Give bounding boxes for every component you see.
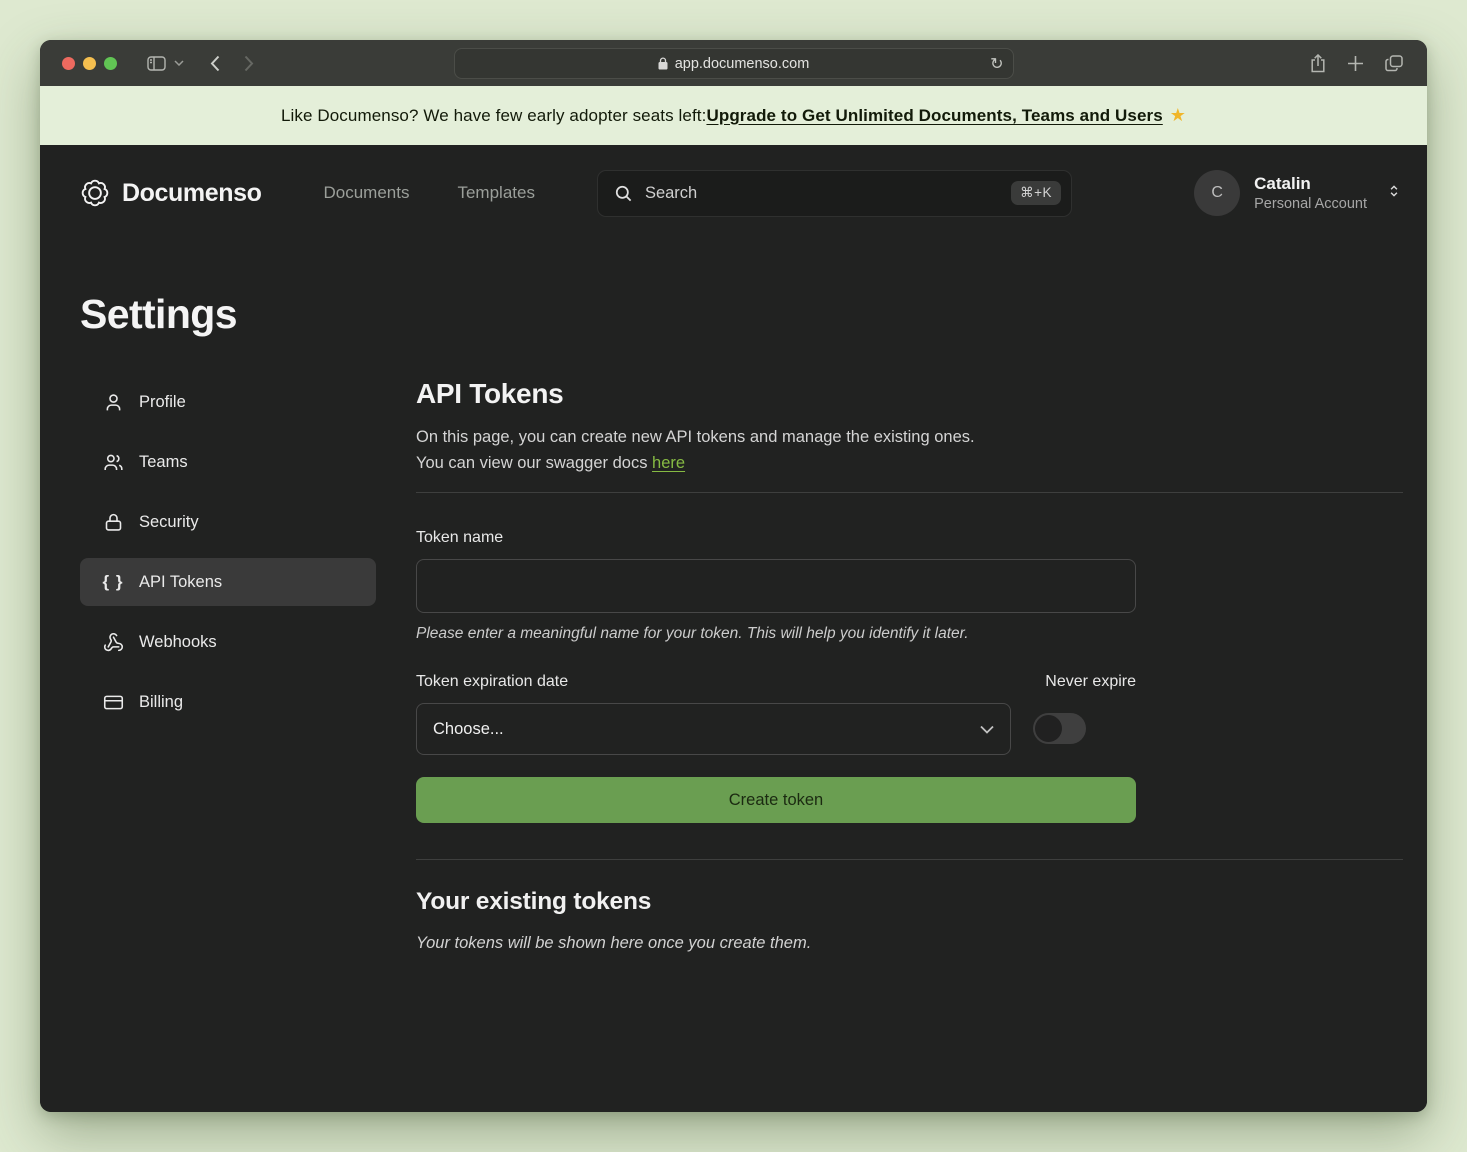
search-bar[interactable]: ⌘+K (597, 170, 1072, 217)
expiration-label: Token expiration date (416, 673, 568, 691)
close-window-button[interactable] (62, 57, 75, 70)
main-nav: Documents Templates (323, 183, 534, 203)
expiration-select[interactable]: Choose... (416, 703, 1011, 755)
sidebar-item-label: Webhooks (139, 633, 217, 652)
nav-templates[interactable]: Templates (457, 183, 534, 203)
page-title: Settings (40, 241, 1427, 338)
browser-window: app.documenso.com ↻ Like (40, 40, 1427, 1112)
chevron-down-icon (980, 720, 994, 739)
divider (416, 492, 1403, 493)
swagger-docs-link[interactable]: here (652, 454, 685, 472)
token-name-label: Token name (416, 529, 1403, 547)
search-input[interactable] (645, 184, 999, 203)
never-expire-toggle[interactable] (1033, 713, 1086, 744)
token-name-hint: Please enter a meaningful name for your … (416, 625, 1403, 643)
new-tab-icon[interactable] (1347, 55, 1364, 72)
sidebar-item-teams[interactable]: Teams (80, 438, 376, 486)
sidebar-item-security[interactable]: Security (80, 498, 376, 546)
address-url: app.documenso.com (675, 56, 810, 72)
lock-icon (658, 57, 668, 70)
share-icon[interactable] (1310, 54, 1326, 73)
section-description-line2: You can view our swagger docs (416, 454, 652, 472)
settings-sidebar: Profile Teams Security { } API Token (80, 378, 376, 953)
existing-tokens-empty-text: Your tokens will be shown here once you … (416, 934, 1403, 953)
never-expire-label: Never expire (1045, 673, 1136, 691)
sidebar-toggle-icon[interactable] (147, 56, 166, 71)
users-icon (102, 452, 124, 473)
zoom-window-button[interactable] (104, 57, 117, 70)
traffic-lights (62, 57, 117, 70)
expiration-selected-value: Choose... (433, 720, 504, 739)
section-heading: API Tokens (416, 378, 1403, 410)
upgrade-link[interactable]: Upgrade to Get Unlimited Documents, Team… (706, 106, 1162, 126)
star-icon: ★ (1170, 105, 1186, 126)
chevrons-up-down-icon (1387, 182, 1401, 205)
sidebar-item-label: API Tokens (139, 573, 222, 592)
divider (416, 859, 1403, 860)
token-name-input[interactable] (416, 559, 1136, 613)
braces-icon: { } (102, 572, 124, 592)
api-tokens-panel: API Tokens On this page, you can create … (416, 378, 1403, 953)
avatar: C (1194, 170, 1240, 216)
back-button-icon[interactable] (210, 55, 220, 72)
app-content: Documenso Documents Templates ⌘+K C Cata… (40, 145, 1427, 1112)
credit-card-icon (102, 692, 124, 713)
minimize-window-button[interactable] (83, 57, 96, 70)
lock-icon (102, 512, 124, 533)
sidebar-item-label: Teams (139, 453, 188, 472)
account-menu[interactable]: C Catalin Personal Account (1194, 170, 1401, 216)
sidebar-item-billing[interactable]: Billing (80, 678, 376, 726)
app-header: Documenso Documents Templates ⌘+K C Cata… (40, 145, 1427, 241)
address-bar[interactable]: app.documenso.com ↻ (454, 48, 1014, 79)
promo-banner-text: Like Documenso? We have few early adopte… (281, 106, 707, 126)
chevron-down-icon[interactable] (174, 60, 184, 66)
sidebar-item-label: Profile (139, 393, 186, 412)
webhook-icon (102, 632, 124, 653)
tab-overview-icon[interactable] (1385, 55, 1403, 72)
account-type: Personal Account (1254, 195, 1367, 213)
reload-icon[interactable]: ↻ (990, 54, 1003, 74)
search-shortcut-badge: ⌘+K (1011, 181, 1061, 205)
sidebar-item-label: Security (139, 513, 199, 532)
user-icon (102, 392, 124, 413)
toggle-knob (1035, 715, 1062, 742)
sidebar-item-label: Billing (139, 693, 183, 712)
brand-name: Documenso (122, 179, 261, 208)
search-icon (614, 184, 633, 203)
user-name: Catalin (1254, 173, 1367, 194)
section-description-line1: On this page, you can create new API tok… (416, 428, 975, 446)
sidebar-item-api-tokens[interactable]: { } API Tokens (80, 558, 376, 606)
browser-chrome: app.documenso.com ↻ (40, 40, 1427, 86)
sidebar-item-webhooks[interactable]: Webhooks (80, 618, 376, 666)
sidebar-item-profile[interactable]: Profile (80, 378, 376, 426)
documenso-logo-icon (80, 178, 110, 208)
existing-tokens-heading: Your existing tokens (416, 888, 1403, 916)
nav-documents[interactable]: Documents (323, 183, 409, 203)
create-token-button[interactable]: Create token (416, 777, 1136, 823)
brand-logo[interactable]: Documenso (80, 178, 261, 208)
promo-banner: Like Documenso? We have few early adopte… (40, 86, 1427, 145)
forward-button-icon[interactable] (244, 55, 254, 72)
